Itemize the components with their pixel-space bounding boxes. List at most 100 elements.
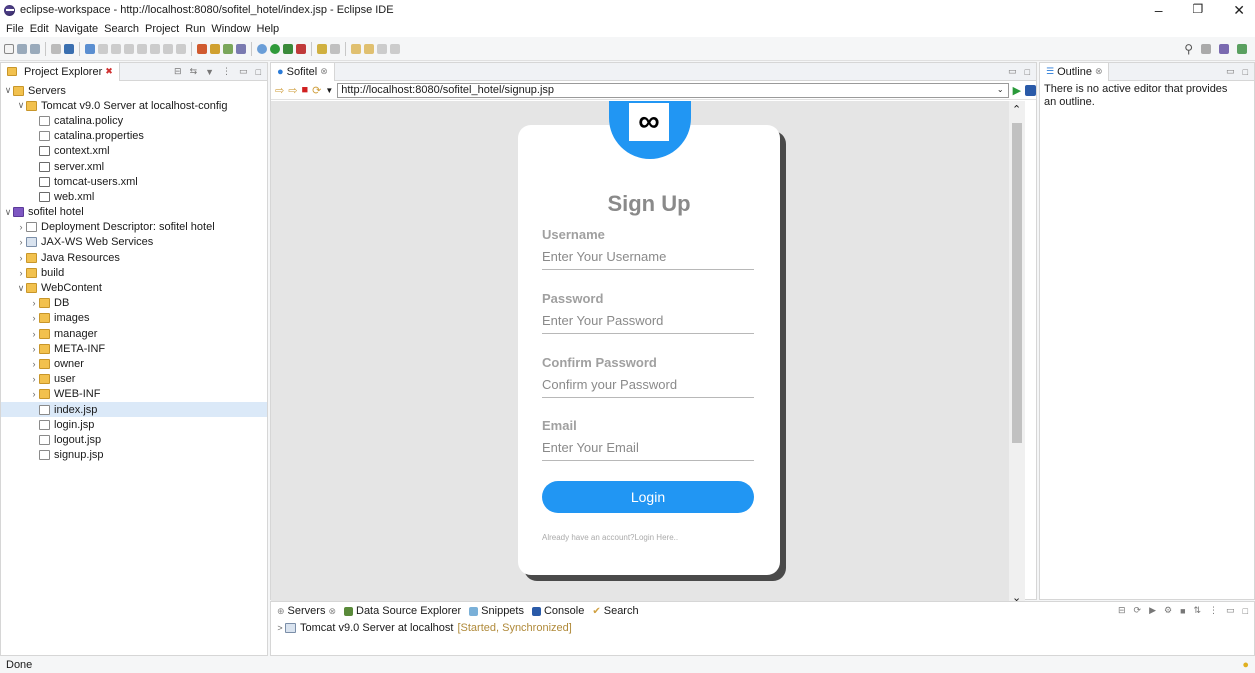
menu-run[interactable]: Run (185, 23, 205, 35)
view-menu-icon[interactable]: ⋮ (222, 66, 231, 77)
tree-item[interactable]: server.xml (1, 159, 267, 174)
suspend-icon[interactable] (111, 43, 121, 54)
minimize-icon[interactable]: – (1155, 2, 1163, 19)
annotation-icon[interactable] (330, 43, 340, 54)
username-input[interactable] (542, 244, 754, 270)
email-input[interactable] (542, 435, 754, 461)
tree-item[interactable]: signup.jsp (1, 448, 267, 463)
tree-item[interactable]: ∨ WebContent (1, 280, 267, 295)
disconnect-icon[interactable] (137, 43, 147, 54)
tree-item[interactable]: › JAX-WS Web Services (1, 235, 267, 250)
menu-file[interactable]: File (6, 23, 24, 35)
maximize-view-icon[interactable]: □ (1243, 606, 1248, 616)
maximize-view-icon[interactable]: □ (1025, 67, 1030, 77)
tree-item[interactable]: ∨ Servers (1, 83, 267, 98)
open-task-icon[interactable] (317, 43, 327, 54)
chevron-down-icon[interactable]: ∨ (16, 283, 26, 294)
collapse-icon[interactable]: ⊟ (1118, 605, 1126, 616)
coverage-icon[interactable] (283, 43, 293, 54)
menu-navigate[interactable]: Navigate (55, 23, 98, 35)
forward-icon[interactable] (364, 43, 374, 54)
tree-item[interactable]: ∨ sofitel hotel (1, 205, 267, 220)
build-icon[interactable] (210, 43, 220, 54)
debug-perspective-icon[interactable] (1237, 44, 1247, 54)
stop-server-icon[interactable]: ■ (1180, 606, 1185, 616)
step-into-icon[interactable] (150, 43, 160, 54)
tab-data-source-explorer[interactable]: Data Source Explorer (342, 602, 468, 620)
go-icon[interactable]: ▶ (1013, 84, 1021, 97)
tree-item[interactable]: › user (1, 372, 267, 387)
chevron-right-icon[interactable]: › (29, 389, 39, 399)
tree-item[interactable]: › WEB-INF (1, 387, 267, 402)
tree-item[interactable]: web.xml (1, 189, 267, 204)
terminate-icon[interactable] (124, 43, 134, 54)
skip-breakpoints-icon[interactable] (85, 43, 95, 54)
filter-icon[interactable]: ▼ (205, 67, 214, 77)
back-icon[interactable] (351, 43, 361, 54)
close-tab-icon[interactable]: ⊗ (328, 606, 336, 617)
forward-arrow-icon[interactable]: ⇨ (288, 84, 297, 97)
tab-sofitel[interactable]: ● Sofitel ⊗ (271, 62, 335, 81)
close-icon[interactable]: ✕ (1233, 2, 1245, 19)
resume-icon[interactable] (98, 43, 108, 54)
tree-item[interactable]: › META-INF (1, 341, 267, 356)
debug-icon[interactable] (257, 43, 267, 54)
tree-item[interactable]: logout.jsp (1, 432, 267, 447)
chevron-right-icon[interactable]: › (29, 374, 39, 384)
java-ee-perspective-icon[interactable] (1219, 44, 1229, 54)
print-icon[interactable] (51, 43, 61, 54)
chevron-right-icon[interactable]: › (29, 359, 39, 369)
url-dropdown-icon[interactable]: ▼ (325, 86, 333, 95)
close-tab-icon[interactable]: ⊗ (320, 66, 328, 77)
server-row[interactable]: > Tomcat v9.0 Server at localhost [Start… (271, 620, 1254, 635)
step-return-icon[interactable] (176, 43, 186, 54)
view-menu-icon[interactable]: ⋮ (1209, 605, 1218, 616)
minimize-view-icon[interactable]: ▭ (1226, 66, 1235, 77)
maximize-view-icon[interactable]: □ (1243, 67, 1248, 77)
tab-outline[interactable]: ☰ Outline ⊗ (1040, 62, 1110, 81)
tree-item[interactable]: › build (1, 265, 267, 280)
tree-item[interactable]: › DB (1, 296, 267, 311)
url-input[interactable]: http://localhost:8080/sofitel_hotel/sign… (337, 82, 1009, 98)
confirm-password-input[interactable] (542, 372, 754, 398)
scrollbar-thumb[interactable] (1012, 123, 1022, 443)
expand-icon[interactable]: > (275, 623, 285, 633)
chevron-right-icon[interactable]: › (29, 329, 39, 339)
menu-edit[interactable]: Edit (30, 23, 49, 35)
chevron-right-icon[interactable]: › (29, 313, 39, 323)
minimize-view-icon[interactable]: ▭ (239, 66, 248, 77)
server-icon[interactable] (197, 43, 207, 54)
tab-snippets[interactable]: Snippets (467, 602, 530, 620)
refresh-icon[interactable]: ⟳ (312, 84, 321, 97)
minimize-view-icon[interactable]: ▭ (1008, 66, 1017, 77)
debug-server-icon[interactable]: ⟳ (1134, 605, 1142, 616)
open-perspective-icon[interactable] (1201, 44, 1211, 54)
menu-help[interactable]: Help (257, 23, 280, 35)
run-icon[interactable] (270, 43, 280, 54)
tree-item[interactable]: › owner (1, 356, 267, 371)
tab-search[interactable]: ✔ Search (590, 602, 645, 620)
menu-window[interactable]: Window (211, 23, 250, 35)
tab-servers[interactable]: ⊕ Servers ⊗ (271, 602, 342, 620)
scroll-up-icon[interactable]: ⌃ (1012, 103, 1021, 116)
tree-item[interactable]: context.xml (1, 144, 267, 159)
external-tools-icon[interactable] (296, 43, 306, 54)
maximize-icon[interactable]: ❐ (1193, 2, 1204, 19)
minimize-view-icon[interactable]: ▭ (1226, 605, 1235, 616)
chevron-down-icon[interactable]: ∨ (3, 207, 13, 218)
chevron-right-icon[interactable]: › (16, 268, 26, 278)
publish-icon[interactable]: ⇅ (1194, 605, 1202, 616)
profile-server-icon[interactable]: ⚙ (1164, 605, 1172, 616)
last-edit-icon[interactable] (377, 43, 387, 54)
tab-console[interactable]: Console (529, 602, 591, 620)
menu-project[interactable]: Project (145, 23, 179, 35)
tree-item[interactable]: › Deployment Descriptor: sofitel hotel (1, 220, 267, 235)
chevron-right-icon[interactable]: › (16, 222, 26, 232)
search-icon[interactable] (236, 43, 246, 54)
open-external-browser-icon[interactable] (1025, 84, 1036, 96)
chevron-down-icon[interactable]: ∨ (16, 100, 26, 111)
maximize-view-icon[interactable]: □ (256, 67, 261, 77)
tree-item[interactable]: › Java Resources (1, 250, 267, 265)
tree-item[interactable]: catalina.policy (1, 113, 267, 128)
chevron-right-icon[interactable]: › (29, 344, 39, 354)
